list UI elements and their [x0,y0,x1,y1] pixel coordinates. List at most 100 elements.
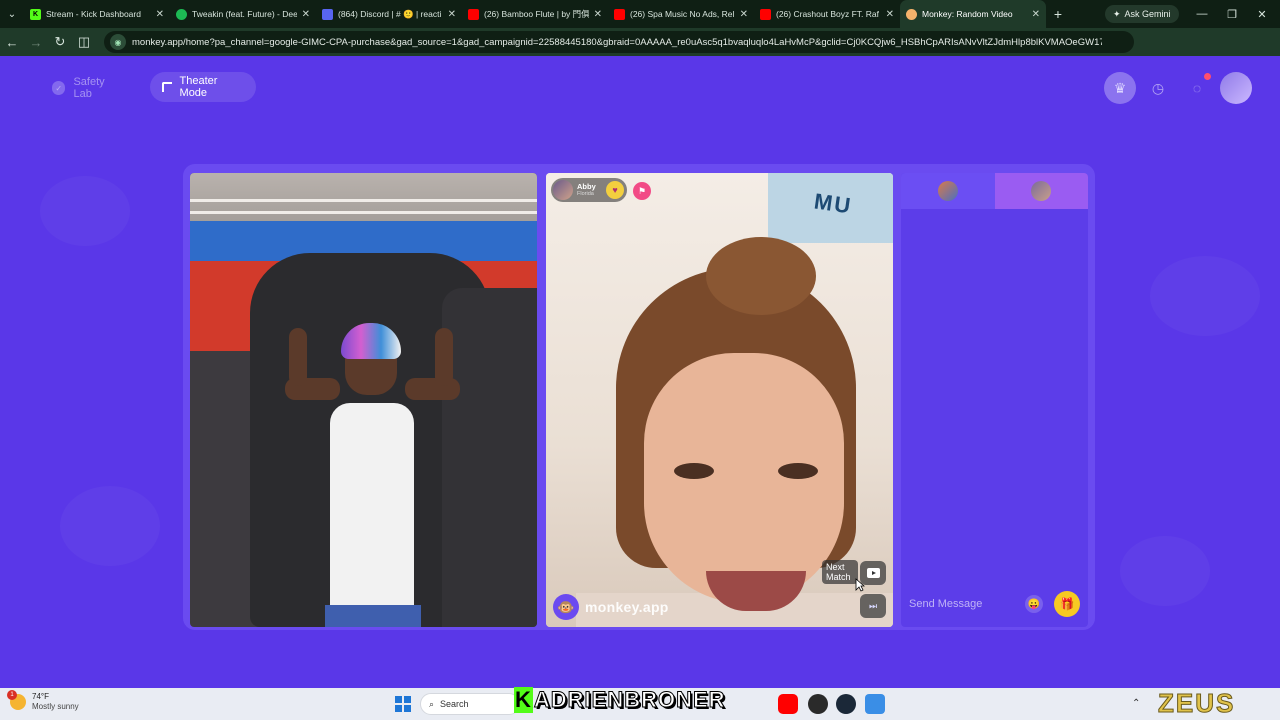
close-tab-icon[interactable]: ✕ [448,9,456,20]
close-window-icon[interactable]: ✕ [1246,0,1278,28]
messages-button[interactable]: ◌ [1181,72,1213,104]
new-tab-icon[interactable]: + [1046,6,1070,22]
weather-description: Mostly sunny [32,702,79,711]
ring-rope [190,199,537,202]
report-icon[interactable]: ⚑ [633,182,651,200]
skip-icon: ⏭ [868,600,878,611]
youtube-icon [614,8,625,20]
tab-kick[interactable]: K Stream - Kick Dashboard ✕ [24,0,170,28]
tab-youtube-crashout[interactable]: (26) Crashout Boyz FT. Raf ✕ [754,0,900,28]
chat-panel: 😛 🎁 [901,173,1088,627]
mouse-cursor-icon [855,578,865,592]
safety-lab-button[interactable]: ✓ Safety Lab [40,73,136,103]
emoji-button[interactable]: 😛 [1025,595,1043,613]
address-bar[interactable]: ◉ monkey.app/home?pa_channel=google-GIMC… [104,31,1134,53]
theater-mode-button[interactable]: Theater Mode [150,72,256,102]
tab-title: (864) Discord | # 🙂 | reacti [338,8,442,19]
tray-chevron-icon[interactable]: ⌃ [1132,698,1140,709]
local-video [190,173,537,627]
send-message-input[interactable] [909,598,1019,610]
close-tab-icon[interactable]: ✕ [156,9,164,20]
spotify-icon [176,8,187,20]
close-tab-icon[interactable]: ✕ [886,9,894,20]
kick-icon: K [30,8,41,20]
close-tab-icon[interactable]: ✕ [1032,9,1040,20]
user-avatar-button[interactable] [1220,72,1252,104]
skip-button[interactable]: ⏭ [860,594,886,618]
tab-title: (26) Bamboo Flute | by 門俱 [484,9,589,19]
close-tab-icon[interactable]: ✕ [302,9,310,20]
back-icon[interactable]: ← [0,28,24,56]
chat-input-row: 😛 🎁 [901,584,1088,624]
close-tab-icon[interactable]: ✕ [740,9,748,20]
play-icon [866,568,880,578]
browser-tab-bar: ⌄ K Stream - Kick Dashboard ✕ Tweakin (f… [0,0,1280,28]
ask-gemini-button[interactable]: ✦ Ask Gemini [1105,5,1179,23]
close-tab-icon[interactable]: ✕ [594,9,602,20]
tab-monkey[interactable]: Monkey: Random Video ✕ [900,0,1046,28]
split-view-icon[interactable]: ◫ [72,28,96,56]
background-decoration [1120,536,1210,606]
face [644,353,844,603]
tab-youtube-bamboo[interactable]: (26) Bamboo Flute | by 門俱 ✕ [462,0,608,28]
monkey-app-page: ✓ Safety Lab Theater Mode ♛ ◷ ◌ MU Abby … [0,56,1280,688]
eye [674,463,714,479]
clock-icon: ◷ [1151,79,1165,96]
background-decoration [60,486,160,566]
history-button[interactable]: ◷ [1142,72,1174,104]
tab-title: Monkey: Random Video [922,9,1013,19]
weather-badge: 1 [7,690,17,700]
taskbar-search-label: Search [440,699,469,709]
forearm [435,328,453,386]
tab-discord[interactable]: (864) Discord | # 🙂 | reacti ✕ [316,0,462,28]
crown-button[interactable]: ♛ [1104,72,1136,104]
maximize-icon[interactable]: ❐ [1216,0,1248,28]
tab-youtube-spa[interactable]: (26) Spa Music No Ads, Rel ✕ [608,0,754,28]
streamer-name: ADRIENBRONER [533,687,726,713]
stream-name-overlay: K ADRIENBRONER [510,687,730,713]
tab-title: (26) Crashout Boyz FT. Raf [776,9,879,19]
forearm [289,328,307,386]
heart-icon[interactable]: ♥ [606,181,624,199]
minimize-icon[interactable]: — [1186,0,1218,28]
match-avatar [553,180,573,200]
taskbar-search[interactable]: ⌕ Search [420,693,520,715]
hair-bun [706,237,816,315]
shorts [325,605,421,627]
tab-title: Stream - Kick Dashboard [46,9,141,19]
youtube-taskbar-icon[interactable] [778,694,798,714]
gift-icon: 🎁 [1059,597,1075,611]
forward-icon[interactable]: → [24,28,48,56]
windows-start-icon[interactable] [395,696,411,712]
tab-search-chevron-icon[interactable]: ⌄ [0,0,24,28]
chat-tab-match[interactable] [994,173,1088,209]
theater-mode-icon [162,82,172,92]
steam-taskbar-icon[interactable] [836,694,856,714]
obs-taskbar-icon[interactable] [808,694,828,714]
tab-spotify[interactable]: Tweakin (feat. Future) - Dee ✕ [170,0,316,28]
local-avatar [937,181,958,201]
address-bar-row: ← → ↻ ◫ ◉ monkey.app/home?pa_channel=goo… [0,28,1280,77]
watermark-text: monkey.app [585,599,669,615]
url-text[interactable]: monkey.app/home?pa_channel=google-GIMC-C… [132,37,1102,48]
app-taskbar-icon[interactable] [865,694,885,714]
theater-mode-label: Theater Mode [179,75,218,99]
match-location: Florida [577,190,594,197]
remote-video: MU Abby Florida ♥ ⚑ 🐵 monkey.app Next Ma… [546,173,893,627]
match-name: Abby [577,181,596,191]
local-user-figure [285,323,460,627]
gift-button[interactable]: 🎁 [1054,591,1080,617]
match-user-tag[interactable]: Abby Florida ♥ [551,178,627,202]
safety-lab-label: Safety Lab [73,76,105,100]
gemini-icon: ✦ [1113,8,1121,19]
reload-icon[interactable]: ↻ [48,28,72,56]
tab-title: (26) Spa Music No Ads, Rel [630,9,735,19]
crown-icon: ♛ [1113,79,1127,96]
weather-widget[interactable]: 1 74°F Mostly sunny [7,690,79,712]
chat-tab-local[interactable] [901,173,995,209]
youtube-icon [468,8,479,20]
video-chat-stage: MU Abby Florida ♥ ⚑ 🐵 monkey.app Next Ma… [183,164,1095,630]
site-info-icon[interactable]: ◉ [110,34,126,50]
match-avatar [1031,181,1052,201]
ring-rope [190,211,537,214]
